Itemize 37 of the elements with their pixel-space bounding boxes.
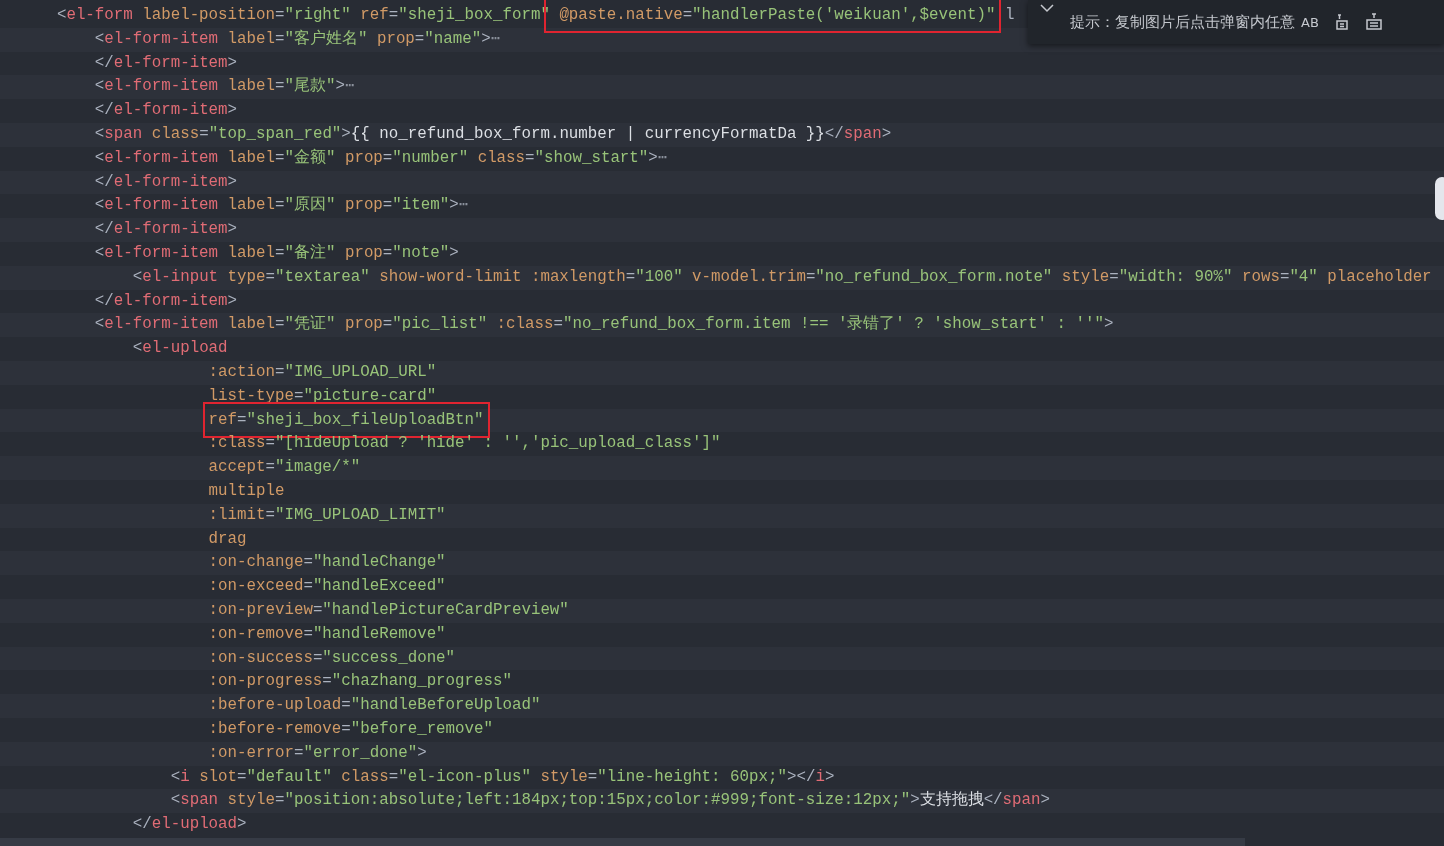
code-text: :on-preview="handlePictureCardPreview" [208,600,569,619]
code-text: :on-error="error_done"> [208,743,427,762]
chevron-down-icon[interactable] [1040,4,1054,13]
match-case-toggle[interactable]: AB [1301,14,1319,30]
tray-box-icon[interactable] [1364,13,1383,31]
search-field[interactable]: 提示：复制图片后点击弹窗内任意 [1070,12,1295,32]
code-text: :on-progress="chazhang_progress" [208,672,512,691]
code-text: <el-form-item label="尾款">⋯ [94,77,355,96]
code-text: </el-form-item> [94,172,238,191]
code-text: l [1003,6,1015,24]
code-text: :limit="IMG_UPLOAD_LIMIT" [208,505,446,524]
code-text: :on-change="handleChange" [208,553,446,572]
code-text: :action="IMG_UPLOAD_URL" [208,362,437,381]
code-text: </el-form-item> [94,101,238,120]
code-text: </el-form-item> [94,220,238,239]
code-text: <el-form-item label="原因" prop="item">⋯ [94,196,469,215]
code-text: :on-remove="handleRemove" [208,624,446,643]
code-text: <el-input type="textarea" show-word-limit :maxlength="100" v-model.trim="no_refund_box_form.note" style="width: 90%" rows="4" placeholder [132,267,1432,286]
code-text: <el-upload [132,339,228,358]
code-text: <i slot="default" class="el-icon-plus" style="line-height: 60px;"></i> [170,767,835,786]
code-text: :before-upload="handleBeforeUpload" [208,696,541,715]
code-text: <el-form-item label="金额" prop="number" class="show_start">⋯ [94,148,668,167]
code-text: accept="image/*" [208,458,361,477]
code-text: <span style="position:absolute;left:184px;top:15px;color:#999;font-size:12px;">支持拖拽</span> [170,791,1050,810]
code-text: </el-form-item> [94,291,238,310]
code-text: multiple [208,481,285,500]
code-text: </el-upload> [132,815,247,834]
code-text: :on-success="success_done" [208,648,456,667]
code-text: </el-form-item> [94,53,238,72]
code-text: :on-exceed="handleExceed" [208,577,446,596]
letter-box-icon[interactable] [1334,13,1349,31]
code-text: <el-form-item label="客户姓名" prop="name">⋯ [94,29,501,48]
code-text: <el-form-item label="备注" prop="note"> [94,243,459,262]
code-text: <el-form-item label="凭证" prop="pic_list" :class="no_refund_box_form.item !== '录错了' ? 'show_start' : ''"> [94,315,1114,334]
code-text: drag [208,529,247,548]
code-text: <span class="top_span_red">{{ no_refund_box_form.number | currencyFormatDa }}</span> [94,125,892,143]
code-text: :before-remove="before_remove" [208,719,493,738]
